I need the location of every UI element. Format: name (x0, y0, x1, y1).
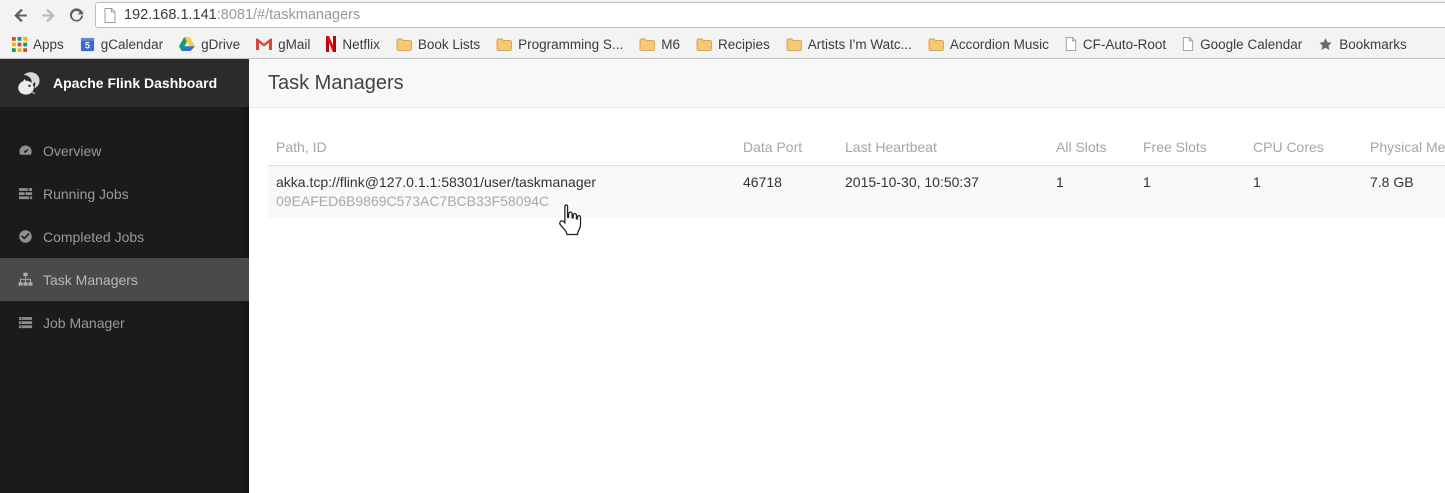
page-header: Task Managers (249, 59, 1445, 108)
gdrive-icon (179, 37, 196, 51)
bookmark-label: Accordion Music (949, 36, 1049, 52)
page-title: Task Managers (268, 71, 404, 94)
bookmark-label: Google Calendar (1200, 36, 1303, 52)
tasks-icon (18, 188, 33, 200)
bookmark-label: gCalendar (100, 36, 164, 52)
forward-arrow-icon (41, 8, 55, 22)
table-header-row: Path, ID Data Port Last Heartbeat All Sl… (268, 129, 1445, 166)
cell-path-id: akka.tcp://flink@127.0.1.1:58301/user/ta… (268, 166, 735, 219)
folder-icon (696, 38, 712, 51)
bookmark-label: Recipies (717, 36, 770, 52)
netflix-icon (326, 36, 337, 52)
bookmarks-bar: Apps 5 gCalendar gDrive gMail Netflix Bo… (0, 30, 1445, 59)
cell-data-port: 46718 (743, 174, 782, 190)
bookmark-book-lists[interactable]: Book Lists (388, 32, 488, 56)
taskmanagers-table: Path, ID Data Port Last Heartbeat All Sl… (268, 129, 1445, 218)
sidebar-item-label: Overview (43, 142, 102, 159)
flink-squirrel-icon (18, 71, 40, 95)
bookmark-cf-auto-root[interactable]: CF-Auto-Root (1057, 32, 1174, 56)
table-row-taskmanager[interactable]: akka.tcp://flink@127.0.1.1:58301/user/ta… (268, 165, 1445, 219)
sidebar-item-running-jobs[interactable]: Running Jobs (0, 172, 249, 215)
sidebar: Apache Flink Dashboard Overview Running … (0, 59, 249, 493)
gcalendar-icon: 5 (80, 37, 94, 51)
back-button[interactable] (6, 2, 34, 28)
bookmark-label: M6 (661, 36, 680, 52)
bookmark-bookmarks[interactable]: Bookmarks (1310, 32, 1415, 56)
cell-last-heartbeat: 2015-10-30, 10:50:37 (845, 174, 979, 190)
forward-button[interactable] (34, 2, 62, 28)
bookmark-label: gDrive (201, 36, 241, 52)
bookmark-label: CF-Auto-Root (1082, 36, 1167, 52)
folder-icon (786, 38, 802, 51)
check-circle-icon (19, 230, 32, 243)
url-path: :8081/#/taskmanagers (216, 7, 361, 23)
sidebar-item-label: Task Managers (43, 271, 138, 288)
bookmark-label: Netflix (342, 36, 380, 52)
bookmark-label: Apps (33, 36, 64, 52)
sidebar-item-label: Job Manager (43, 314, 125, 331)
bookmark-google-calendar[interactable]: Google Calendar (1174, 32, 1310, 56)
bookmark-artists[interactable]: Artists I'm Watc... (778, 32, 920, 56)
bookmark-m6[interactable]: M6 (631, 32, 688, 56)
col-last-heartbeat: Last Heartbeat (837, 129, 1048, 166)
app-title: Apache Flink Dashboard (53, 75, 218, 91)
url-host: 192.168.1.141 (124, 7, 217, 23)
col-data-port: Data Port (735, 129, 837, 166)
bookmark-recipies[interactable]: Recipies (688, 32, 778, 56)
sidebar-nav: Overview Running Jobs Completed Jobs Tas… (0, 129, 249, 344)
bookmark-gmail[interactable]: gMail (248, 32, 318, 56)
bookmark-accordion-music[interactable]: Accordion Music (920, 32, 1057, 56)
content-area: Path, ID Data Port Last Heartbeat All Sl… (249, 108, 1445, 218)
back-arrow-icon (13, 8, 27, 22)
bookmark-label: Artists I'm Watc... (807, 36, 912, 52)
cell-physical-memory: 7.8 GB (1370, 174, 1414, 190)
bookmark-apps[interactable]: Apps (4, 32, 72, 56)
page-icon (1065, 37, 1077, 51)
cell-all-slots: 1 (1056, 174, 1064, 190)
cell-cpu-cores: 1 (1253, 174, 1261, 190)
refresh-icon (69, 7, 83, 22)
sitemap-icon (18, 272, 33, 286)
cell-free-slots: 1 (1143, 174, 1151, 190)
server-icon (18, 317, 33, 329)
address-bar[interactable]: 192.168.1.141:8081/#/taskmanagers (95, 2, 1445, 28)
taskmanager-path: akka.tcp://flink@127.0.1.1:58301/user/ta… (276, 174, 597, 190)
star-icon (1319, 37, 1332, 50)
bookmark-label: Programming S... (518, 36, 624, 52)
bookmark-label: gMail (278, 36, 311, 52)
main-content: Task Managers Path, ID Data Port Last He… (249, 59, 1445, 493)
page-icon (104, 7, 116, 23)
page-icon (1183, 37, 1194, 51)
sidebar-item-completed-jobs[interactable]: Completed Jobs (0, 215, 249, 258)
col-physical-memory: Physical Memory (1362, 129, 1445, 166)
apps-grid-icon (12, 36, 27, 52)
bookmark-label: Book Lists (417, 36, 481, 52)
svg-text:5: 5 (85, 40, 90, 50)
sidebar-item-job-manager[interactable]: Job Manager (0, 301, 249, 344)
bookmark-programming[interactable]: Programming S... (488, 32, 631, 56)
browser-toolbar: 192.168.1.141:8081/#/taskmanagers (0, 0, 1445, 30)
sidebar-item-overview[interactable]: Overview (0, 129, 249, 172)
folder-icon (496, 38, 513, 51)
brand[interactable]: Apache Flink Dashboard (0, 59, 249, 107)
folder-icon (928, 38, 944, 51)
taskmanager-id: 09EAFED6B9869C573AC7BCB33F58094C (276, 193, 550, 209)
col-path-id: Path, ID (268, 129, 735, 166)
flink-dashboard: Apache Flink Dashboard Overview Running … (0, 59, 1445, 493)
col-free-slots: Free Slots (1135, 129, 1245, 166)
dashboard-icon (19, 145, 32, 155)
sidebar-item-label: Running Jobs (43, 185, 129, 202)
gmail-icon (256, 38, 273, 50)
col-all-slots: All Slots (1048, 129, 1135, 166)
sidebar-item-task-managers[interactable]: Task Managers (0, 258, 249, 301)
sidebar-item-label: Completed Jobs (43, 228, 145, 245)
folder-icon (396, 38, 412, 51)
refresh-button[interactable] (62, 2, 90, 28)
bookmark-gdrive[interactable]: gDrive (171, 32, 248, 56)
col-cpu-cores: CPU Cores (1245, 129, 1362, 166)
folder-icon (639, 38, 656, 51)
bookmark-gcalendar[interactable]: 5 gCalendar (72, 32, 171, 56)
bookmark-netflix[interactable]: Netflix (318, 32, 388, 56)
bookmark-label: Bookmarks (1339, 36, 1407, 52)
